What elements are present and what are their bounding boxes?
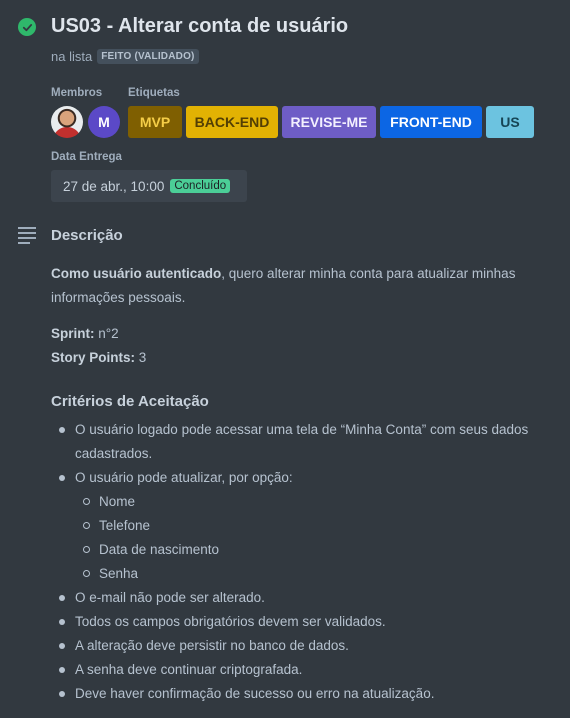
intro-rest-1: , quero alterar minha conta para atualiz… bbox=[221, 266, 516, 281]
due-date-label: Data Entrega bbox=[51, 151, 122, 163]
due-status-badge: Concluído bbox=[170, 179, 231, 193]
label-back-end[interactable]: BACK-END bbox=[186, 106, 278, 138]
due-date-button[interactable]: 27 de abr., 10:00 Concluído bbox=[51, 170, 247, 202]
description-intro[interactable]: Como usuário autenticado, quero alterar … bbox=[51, 262, 515, 310]
label-front-end[interactable]: FRONT-END bbox=[380, 106, 482, 138]
bullet-dot bbox=[59, 691, 65, 697]
criteria-item: O e-mail não pode ser alterado. bbox=[75, 590, 265, 605]
due-date-value: 27 de abr., 10:00 bbox=[63, 178, 165, 194]
labels-label: Etiquetas bbox=[128, 87, 180, 99]
criteria-subitem: Telefone bbox=[99, 518, 151, 533]
members-label: Membros bbox=[51, 87, 103, 99]
intro-rest-2: informações pessoais. bbox=[51, 290, 186, 305]
sprint-label: Sprint: bbox=[51, 326, 95, 341]
criteria-item: O usuário pode atualizar, por opção: bbox=[75, 470, 293, 485]
sub-bullet-circle bbox=[83, 546, 90, 553]
list-name-badge[interactable]: FEITO (VALIDADO) bbox=[97, 49, 199, 64]
bullet-dot bbox=[59, 643, 65, 649]
sprint-line: Sprint: n°2 bbox=[51, 322, 119, 346]
sub-bullet-circle bbox=[83, 570, 90, 577]
criteria-item: Deve haver confirmação de sucesso ou err… bbox=[75, 686, 435, 701]
story-points-line: Story Points: 3 bbox=[51, 346, 146, 370]
description-heading: Descrição bbox=[51, 227, 123, 244]
bullet-dot bbox=[59, 595, 65, 601]
label-mvp[interactable]: MVP bbox=[128, 106, 182, 138]
criteria-item: Todos os campos obrigatórios devem ser v… bbox=[75, 614, 386, 629]
sprint-value: n°2 bbox=[94, 326, 119, 341]
points-value: 3 bbox=[135, 350, 147, 365]
sub-bullet-circle bbox=[83, 498, 90, 505]
bullet-dot bbox=[59, 667, 65, 673]
member-avatar-initial[interactable]: M bbox=[88, 106, 120, 138]
criteria-heading: Critérios de Aceitação bbox=[51, 393, 209, 410]
complete-check-icon[interactable] bbox=[18, 18, 36, 36]
criteria-item: A senha deve continuar criptografada. bbox=[75, 662, 303, 677]
label-revise-me[interactable]: REVISE-ME bbox=[282, 106, 376, 138]
points-label: Story Points: bbox=[51, 350, 136, 365]
bullet-dot bbox=[59, 475, 65, 481]
bullet-dot bbox=[59, 427, 65, 433]
bullet-dot bbox=[59, 619, 65, 625]
card-title[interactable]: US03 - Alterar conta de usuário bbox=[51, 15, 348, 38]
criteria-item: O usuário logado pode acessar uma tela d… bbox=[75, 422, 529, 437]
criteria-subitem: Nome bbox=[99, 494, 136, 509]
sub-bullet-circle bbox=[83, 522, 90, 529]
intro-bold: Como usuário autenticado bbox=[51, 266, 222, 281]
criteria-item: A alteração deve persistir no banco de d… bbox=[75, 638, 349, 653]
label-us[interactable]: US bbox=[486, 106, 534, 138]
criteria-item-continued: cadastrados. bbox=[75, 446, 153, 461]
description-icon bbox=[18, 227, 36, 244]
member-avatar-photo[interactable] bbox=[51, 106, 83, 138]
criteria-subitem: Senha bbox=[99, 566, 139, 581]
criteria-subitem: Data de nascimento bbox=[99, 542, 220, 557]
list-prefix: na lista bbox=[51, 49, 93, 64]
list-info: na lista FEITO (VALIDADO) bbox=[51, 49, 199, 64]
